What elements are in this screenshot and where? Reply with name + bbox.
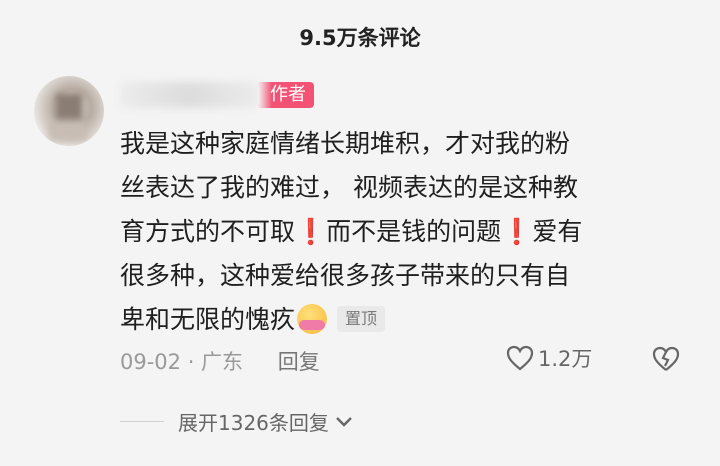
comment-line: 育方式的不可取❗而不是钱的问题❗爱有 bbox=[120, 217, 583, 246]
comment-count-title: 9.5万条评论 bbox=[299, 26, 421, 50]
heart-icon bbox=[506, 345, 534, 371]
dislike-button[interactable] bbox=[652, 346, 680, 376]
expand-replies-button[interactable]: 展开1326条回复 bbox=[120, 407, 353, 436]
like-count: 1.2万 bbox=[538, 347, 593, 371]
exclamation-icon: ❗ bbox=[501, 217, 533, 246]
broken-heart-icon bbox=[652, 346, 680, 371]
like-button[interactable]: 1.2万 bbox=[506, 343, 592, 373]
date-location: 09-02 · 广东 bbox=[120, 350, 244, 374]
author-badge: 作者 bbox=[258, 82, 314, 108]
chevron-down-icon bbox=[336, 416, 352, 427]
pinned-tag: 置顶 bbox=[337, 306, 386, 332]
comment-line: 很多种，这种爱给很多孩子带来的只有自 bbox=[120, 261, 571, 290]
expand-replies-label: 展开1326条回复 bbox=[178, 411, 329, 435]
comment-line: 我是这种家庭情绪长期堆积，才对我的粉 bbox=[120, 129, 571, 158]
comment-line: 丝表达了我的难过， 视频表达的是这种教 bbox=[120, 173, 578, 202]
reply-button[interactable]: 回复 bbox=[278, 350, 320, 374]
avatar[interactable] bbox=[34, 76, 104, 146]
comment-meta: 09-02 · 广东 回复 bbox=[120, 346, 320, 376]
comment-line: 卑和无限的愧疚 置顶 bbox=[120, 298, 680, 342]
author-badge-label: 作者 bbox=[270, 84, 306, 105]
comment-text: 我是这种家庭情绪长期堆积，才对我的粉 丝表达了我的难过， 视频表达的是这种教 育… bbox=[120, 122, 680, 342]
username-blurred[interactable] bbox=[120, 82, 260, 108]
hug-emoji-icon bbox=[297, 304, 328, 334]
exclamation-icon: ❗ bbox=[295, 217, 327, 246]
divider-line bbox=[120, 421, 164, 422]
